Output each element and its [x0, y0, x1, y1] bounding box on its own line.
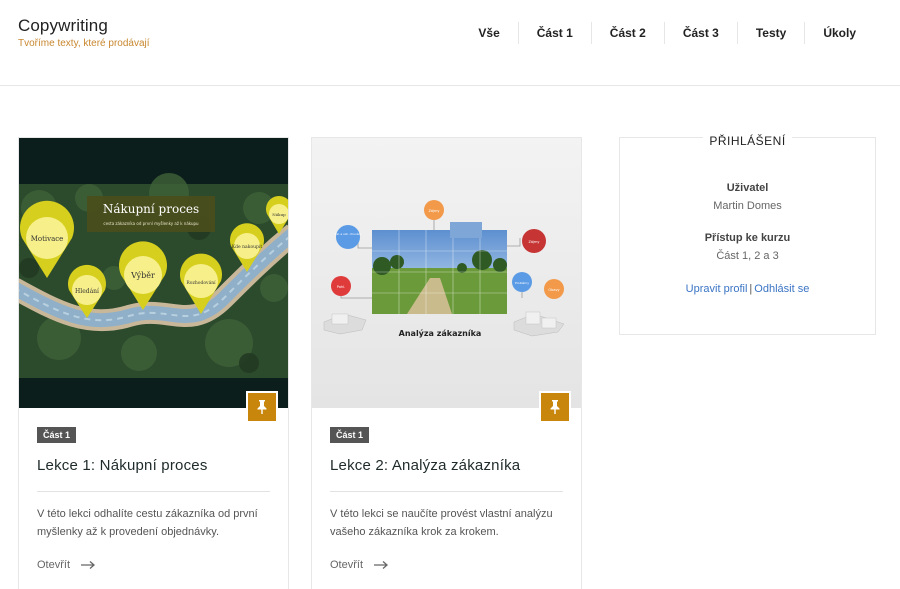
lesson-title[interactable]: Lekce 2: Analýza zákazníka	[330, 457, 520, 474]
bubble-obavy: Obavy	[544, 279, 564, 299]
illustration-caption: Analýza zákazníka	[399, 329, 482, 338]
site-tagline: Tvoříme texty, které prodávají	[18, 38, 150, 49]
arrow-right-icon	[374, 561, 389, 569]
category-badge[interactable]: Část 1	[330, 427, 370, 443]
svg-text:Bio a ost. chování: Bio a ost. chování	[335, 232, 362, 236]
bubble-zajmy-top: Zájmy	[424, 200, 444, 220]
widget-title: PŘIHLÁŠENÍ	[703, 134, 792, 148]
access-label: Přístup ke kurzu	[704, 232, 791, 244]
pin-icon[interactable]	[539, 391, 571, 423]
svg-text:Motivace: Motivace	[31, 235, 64, 243]
nav-item-testy[interactable]: Testy	[736, 22, 804, 44]
nav-item-ukoly[interactable]: Úkoly	[804, 22, 874, 44]
purchase-process-illustration: Nákupní proces cesta zákazníka od první …	[19, 138, 288, 408]
open-link-label: Otevřít	[330, 559, 364, 571]
main-nav: Vše Část 1 Část 2 Část 3 Testy Úkoly	[460, 22, 874, 44]
card-divider	[330, 491, 563, 492]
svg-text:Problémy: Problémy	[515, 281, 529, 285]
category-badge[interactable]: Část 1	[37, 427, 77, 443]
svg-text:Hledání: Hledání	[75, 288, 99, 295]
lesson-title[interactable]: Lekce 1: Nákupní proces	[37, 457, 208, 474]
brand[interactable]: Copywriting Tvoříme texty, které prodáva…	[18, 16, 150, 49]
svg-text:Kde nakoupit: Kde nakoupit	[232, 244, 263, 250]
site-header: Copywriting Tvoříme texty, které prodáva…	[0, 0, 900, 86]
nav-item-cast-2[interactable]: Část 2	[590, 22, 664, 44]
svg-text:Obavy: Obavy	[548, 288, 559, 292]
pin-icon[interactable]	[246, 391, 278, 423]
card-divider	[37, 491, 270, 492]
access-value: Část 1, 2 a 3	[716, 250, 779, 262]
svg-text:Zájmy: Zájmy	[429, 209, 440, 213]
lesson-card: Nákupní proces cesta zákazníka od první …	[18, 137, 289, 589]
site-title[interactable]: Copywriting	[18, 16, 150, 36]
edit-profile-link[interactable]: Upravit profil	[686, 283, 748, 295]
lesson-card: Analýza zákazníka Bio a ost. chování Poh…	[311, 137, 582, 589]
lesson-description: V této lekci se naučíte provést vlastní …	[330, 508, 553, 538]
open-link-label: Otevřít	[37, 559, 71, 571]
arrow-right-icon	[81, 561, 96, 569]
login-widget: PŘIHLÁŠENÍ Uživatel Martin Domes Přístup…	[619, 134, 876, 335]
nav-item-vse[interactable]: Vše	[460, 22, 517, 44]
open-lesson-link[interactable]: Otevřít	[330, 559, 389, 571]
account-links: Upravit profil | Odhlásit se	[620, 283, 875, 295]
nav-item-cast-1[interactable]: Část 1	[517, 22, 591, 44]
user-label: Uživatel	[726, 182, 769, 194]
illustration-subheading: cesta zákazníka od první myšlenky až k n…	[103, 221, 199, 226]
user-value: Martin Domes	[713, 200, 782, 212]
svg-text:Zájmy: Zájmy	[529, 240, 540, 244]
lesson-description: V této lekci odhalíte cestu zákazníka od…	[37, 508, 258, 538]
logout-link[interactable]: Odhlásit se	[754, 283, 809, 295]
svg-text:Rozhodování: Rozhodování	[186, 279, 216, 286]
svg-text:Nákup: Nákup	[272, 212, 286, 217]
illustration-heading: Nákupní proces	[103, 202, 199, 216]
customer-analysis-illustration: Analýza zákazníka Bio a ost. chování Poh…	[312, 138, 581, 408]
svg-text:Výběr: Výběr	[130, 271, 155, 280]
bubble-pohlavi: Pohl.	[331, 276, 351, 296]
bubble-problemy: Problémy	[512, 272, 532, 292]
svg-text:Pohl.: Pohl.	[337, 285, 345, 289]
bubble-zajmy-right: Zájmy	[522, 229, 546, 253]
open-lesson-link[interactable]: Otevřít	[37, 559, 96, 571]
lesson-thumbnail[interactable]: Nákupní proces cesta zákazníka od první …	[19, 138, 288, 408]
lesson-thumbnail[interactable]: Analýza zákazníka Bio a ost. chování Poh…	[312, 138, 581, 408]
nav-item-cast-3[interactable]: Část 3	[663, 22, 737, 44]
